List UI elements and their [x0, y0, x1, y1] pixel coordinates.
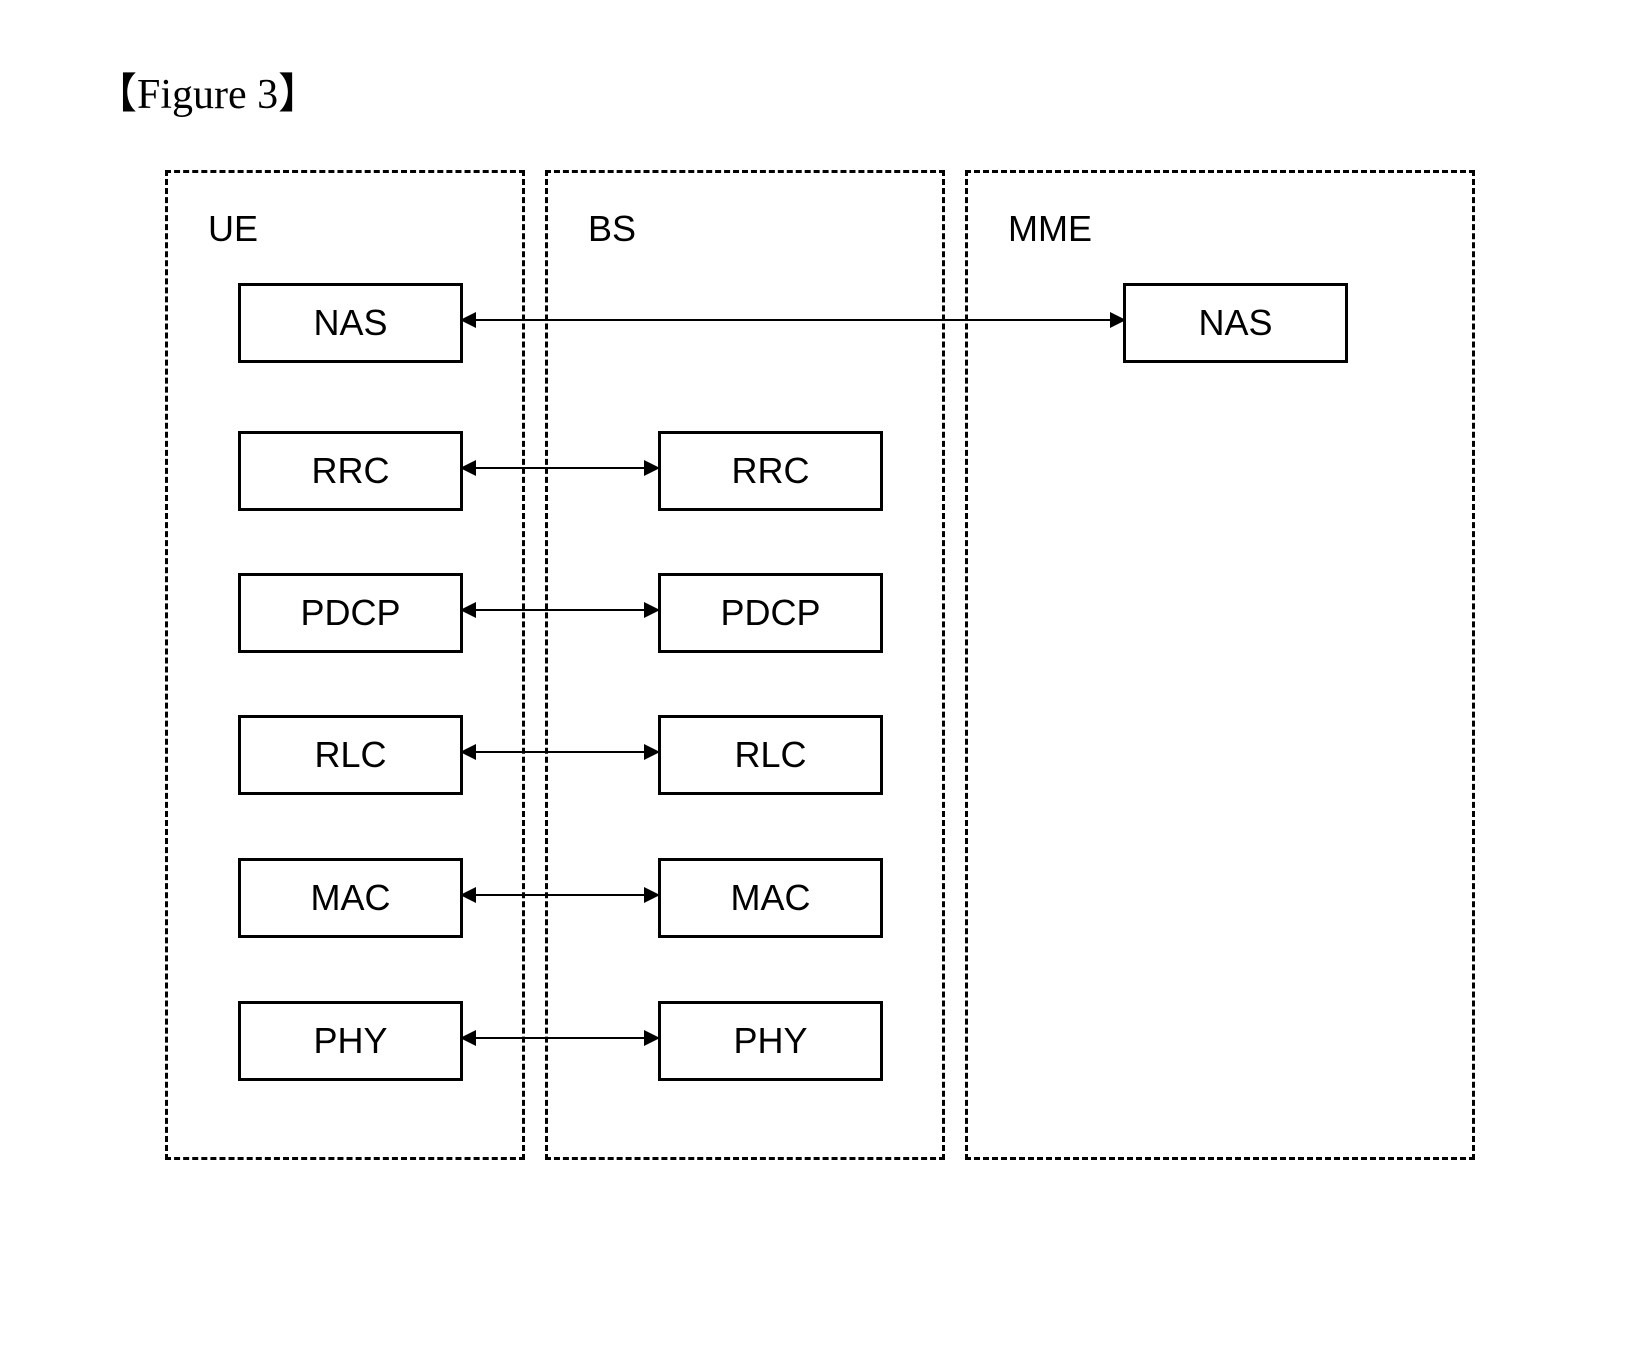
bs-pdcp-box: PDCP [658, 573, 883, 653]
figure-label: 【Figure 3】 [95, 60, 320, 121]
arrow-mac-right-head [644, 887, 660, 903]
arrow-pdcp-left-head [460, 602, 476, 618]
diagram-container: UE NAS RRC PDCP RLC MAC PHY BS RRC PDCP … [165, 170, 1485, 1160]
column-ue-label: UE [208, 208, 258, 250]
mme-nas-box: NAS [1123, 283, 1348, 363]
ue-phy-box: PHY [238, 1001, 463, 1081]
column-bs-label: BS [588, 208, 636, 250]
bs-rlc-box: RLC [658, 715, 883, 795]
arrow-phy-left-head [460, 1030, 476, 1046]
arrow-nas-right-head [1110, 312, 1126, 328]
ue-pdcp-box: PDCP [238, 573, 463, 653]
arrow-rlc [465, 751, 654, 753]
arrow-rlc-right-head [644, 744, 660, 760]
arrow-nas [465, 319, 1120, 321]
column-mme-label: MME [1008, 208, 1092, 250]
bs-mac-box: MAC [658, 858, 883, 938]
arrow-nas-left-head [460, 312, 476, 328]
arrow-pdcp [465, 609, 654, 611]
ue-mac-box: MAC [238, 858, 463, 938]
arrow-rlc-left-head [460, 744, 476, 760]
arrow-rrc-right-head [644, 460, 660, 476]
ue-rrc-box: RRC [238, 431, 463, 511]
arrow-mac-left-head [460, 887, 476, 903]
arrow-mac [465, 894, 654, 896]
arrow-rrc [465, 467, 654, 469]
ue-rlc-box: RLC [238, 715, 463, 795]
arrow-phy-right-head [644, 1030, 660, 1046]
arrow-phy [465, 1037, 654, 1039]
bs-phy-box: PHY [658, 1001, 883, 1081]
arrow-pdcp-right-head [644, 602, 660, 618]
ue-nas-box: NAS [238, 283, 463, 363]
arrow-rrc-left-head [460, 460, 476, 476]
bs-rrc-box: RRC [658, 431, 883, 511]
